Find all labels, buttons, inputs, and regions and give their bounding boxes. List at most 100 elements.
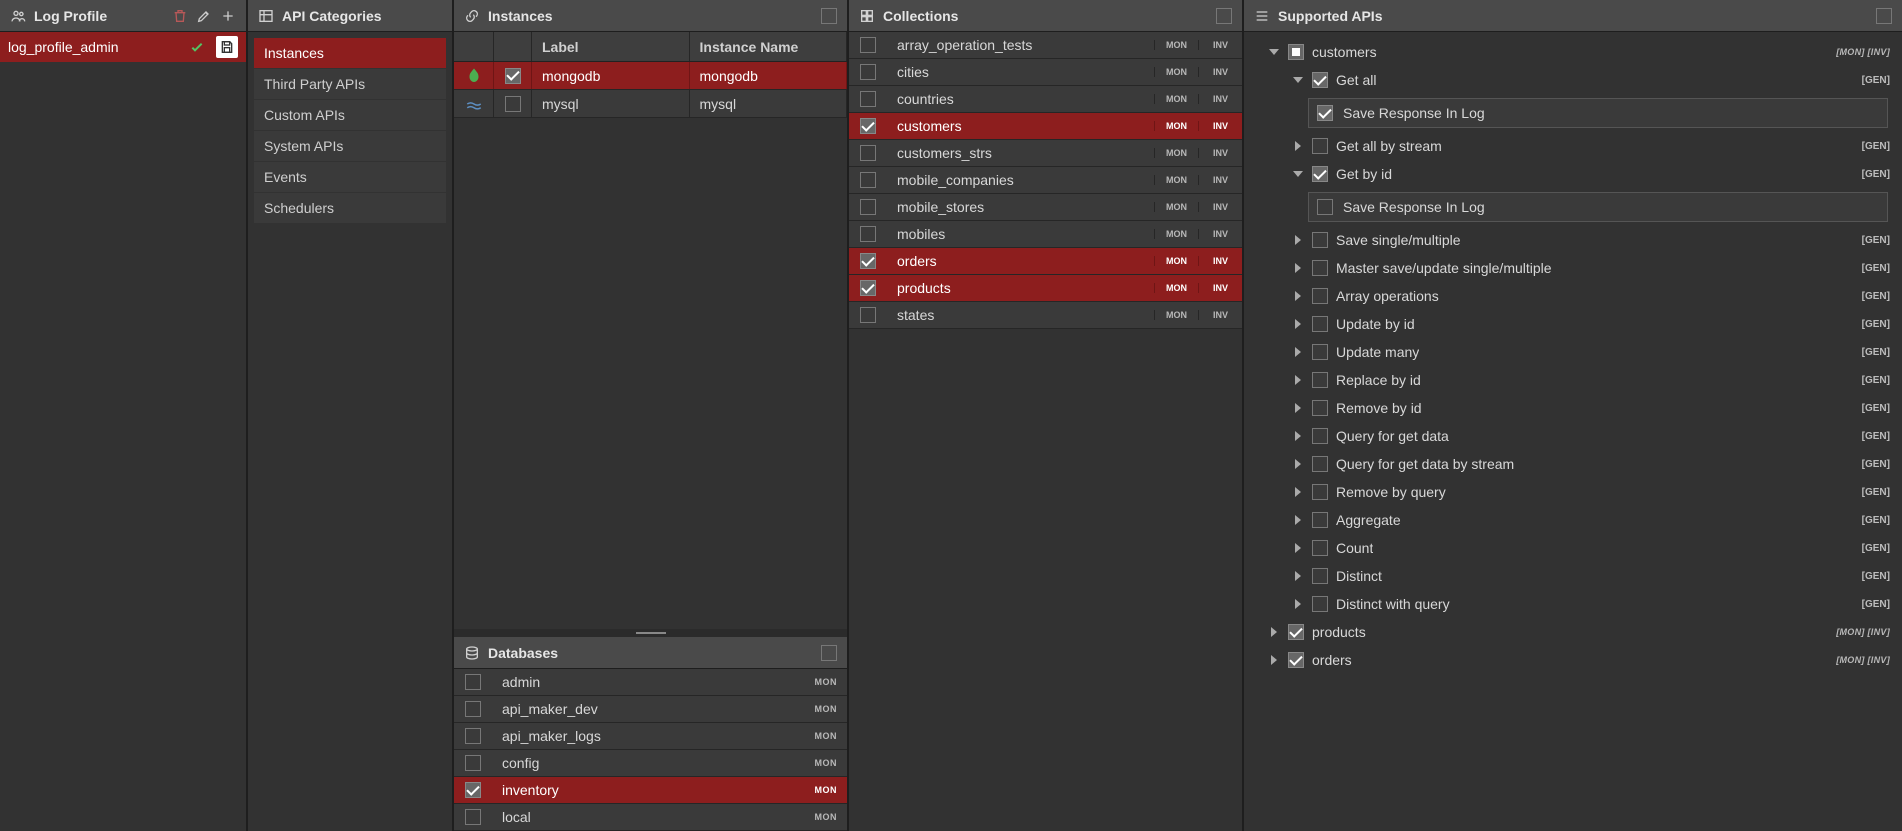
api-category-item[interactable]: Events: [254, 162, 446, 192]
database-checkbox[interactable]: [465, 674, 481, 690]
api-item-row[interactable]: Master save/update single/multiple[GEN]: [1252, 254, 1894, 282]
caret-icon[interactable]: [1292, 168, 1304, 180]
save-icon[interactable]: [216, 36, 238, 58]
api-item-checkbox[interactable]: [1312, 568, 1328, 584]
collections-select-all[interactable]: [1216, 8, 1232, 24]
caret-icon[interactable]: [1292, 514, 1304, 526]
api-item-checkbox[interactable]: [1312, 344, 1328, 360]
caret-icon[interactable]: [1292, 598, 1304, 610]
api-group-row[interactable]: customers[MON] [INV]: [1252, 38, 1894, 66]
caret-icon[interactable]: [1292, 430, 1304, 442]
api-item-row[interactable]: Distinct with query[GEN]: [1252, 590, 1894, 618]
caret-icon[interactable]: [1292, 458, 1304, 470]
add-icon[interactable]: [220, 8, 236, 24]
caret-icon[interactable]: [1292, 234, 1304, 246]
api-item-checkbox[interactable]: [1312, 72, 1328, 88]
api-category-item[interactable]: System APIs: [254, 131, 446, 161]
instance-row[interactable]: mongodbmongodb: [454, 62, 847, 90]
api-item-checkbox[interactable]: [1312, 400, 1328, 416]
collection-row[interactable]: countriesMONINV: [849, 86, 1242, 113]
caret-icon[interactable]: [1268, 626, 1280, 638]
api-group-checkbox[interactable]: [1288, 652, 1304, 668]
instance-checkbox[interactable]: [505, 96, 521, 112]
api-item-checkbox[interactable]: [1312, 428, 1328, 444]
api-item-checkbox[interactable]: [1312, 138, 1328, 154]
api-group-checkbox[interactable]: [1288, 44, 1304, 60]
caret-icon[interactable]: [1292, 570, 1304, 582]
collection-checkbox[interactable]: [860, 280, 876, 296]
collection-row[interactable]: mobilesMONINV: [849, 221, 1242, 248]
instance-row[interactable]: mysqlmysql: [454, 90, 847, 118]
api-category-item[interactable]: Instances: [254, 38, 446, 68]
api-item-row[interactable]: Save single/multiple[GEN]: [1252, 226, 1894, 254]
collection-checkbox[interactable]: [860, 226, 876, 242]
caret-icon[interactable]: [1268, 46, 1280, 58]
collection-checkbox[interactable]: [860, 172, 876, 188]
collection-row[interactable]: productsMONINV: [849, 275, 1242, 302]
api-item-checkbox[interactable]: [1312, 166, 1328, 182]
api-group-row[interactable]: orders[MON] [INV]: [1252, 646, 1894, 674]
save-response-row[interactable]: Save Response In Log: [1308, 98, 1888, 128]
api-item-row[interactable]: Update by id[GEN]: [1252, 310, 1894, 338]
caret-icon[interactable]: [1292, 290, 1304, 302]
save-response-row[interactable]: Save Response In Log: [1308, 192, 1888, 222]
collection-checkbox[interactable]: [860, 64, 876, 80]
api-item-checkbox[interactable]: [1312, 540, 1328, 556]
api-item-checkbox[interactable]: [1312, 512, 1328, 528]
api-item-checkbox[interactable]: [1312, 484, 1328, 500]
database-checkbox[interactable]: [465, 701, 481, 717]
database-checkbox[interactable]: [465, 755, 481, 771]
instances-select-all[interactable]: [821, 8, 837, 24]
api-item-checkbox[interactable]: [1312, 372, 1328, 388]
api-item-row[interactable]: Replace by id[GEN]: [1252, 366, 1894, 394]
database-row[interactable]: inventoryMON: [454, 777, 847, 804]
collection-row[interactable]: mobile_storesMONINV: [849, 194, 1242, 221]
database-row[interactable]: api_maker_devMON: [454, 696, 847, 723]
caret-icon[interactable]: [1268, 654, 1280, 666]
database-row[interactable]: localMON: [454, 804, 847, 831]
api-item-row[interactable]: Get all by stream[GEN]: [1252, 132, 1894, 160]
collection-row[interactable]: customers_strsMONINV: [849, 140, 1242, 167]
caret-icon[interactable]: [1292, 318, 1304, 330]
collection-checkbox[interactable]: [860, 37, 876, 53]
caret-icon[interactable]: [1292, 140, 1304, 152]
caret-icon[interactable]: [1292, 486, 1304, 498]
api-item-row[interactable]: Query for get data by stream[GEN]: [1252, 450, 1894, 478]
log-profile-item[interactable]: log_profile_admin: [0, 32, 246, 62]
collection-row[interactable]: mobile_companiesMONINV: [849, 167, 1242, 194]
api-item-row[interactable]: Array operations[GEN]: [1252, 282, 1894, 310]
collection-row[interactable]: citiesMONINV: [849, 59, 1242, 86]
api-item-checkbox[interactable]: [1312, 596, 1328, 612]
api-item-row[interactable]: Get all[GEN]: [1252, 66, 1894, 94]
api-item-row[interactable]: Get by id[GEN]: [1252, 160, 1894, 188]
collection-row[interactable]: ordersMONINV: [849, 248, 1242, 275]
collection-row[interactable]: customersMONINV: [849, 113, 1242, 140]
api-item-row[interactable]: Query for get data[GEN]: [1252, 422, 1894, 450]
api-group-row[interactable]: products[MON] [INV]: [1252, 618, 1894, 646]
resize-handle[interactable]: [454, 629, 847, 637]
caret-icon[interactable]: [1292, 402, 1304, 414]
caret-icon[interactable]: [1292, 74, 1304, 86]
collection-checkbox[interactable]: [860, 199, 876, 215]
api-group-checkbox[interactable]: [1288, 624, 1304, 640]
save-response-checkbox[interactable]: [1317, 199, 1333, 215]
caret-icon[interactable]: [1292, 542, 1304, 554]
save-response-checkbox[interactable]: [1317, 105, 1333, 121]
api-item-row[interactable]: Aggregate[GEN]: [1252, 506, 1894, 534]
instance-checkbox[interactable]: [505, 68, 521, 84]
caret-icon[interactable]: [1292, 346, 1304, 358]
collection-row[interactable]: array_operation_testsMONINV: [849, 32, 1242, 59]
collection-checkbox[interactable]: [860, 91, 876, 107]
collection-checkbox[interactable]: [860, 145, 876, 161]
caret-icon[interactable]: [1292, 262, 1304, 274]
database-row[interactable]: adminMON: [454, 669, 847, 696]
api-item-checkbox[interactable]: [1312, 288, 1328, 304]
confirm-icon[interactable]: [188, 38, 206, 56]
api-item-row[interactable]: Distinct[GEN]: [1252, 562, 1894, 590]
collection-row[interactable]: statesMONINV: [849, 302, 1242, 329]
collection-checkbox[interactable]: [860, 307, 876, 323]
database-row[interactable]: api_maker_logsMON: [454, 723, 847, 750]
api-item-row[interactable]: Count[GEN]: [1252, 534, 1894, 562]
api-item-row[interactable]: Remove by query[GEN]: [1252, 478, 1894, 506]
trash-icon[interactable]: [172, 8, 188, 24]
